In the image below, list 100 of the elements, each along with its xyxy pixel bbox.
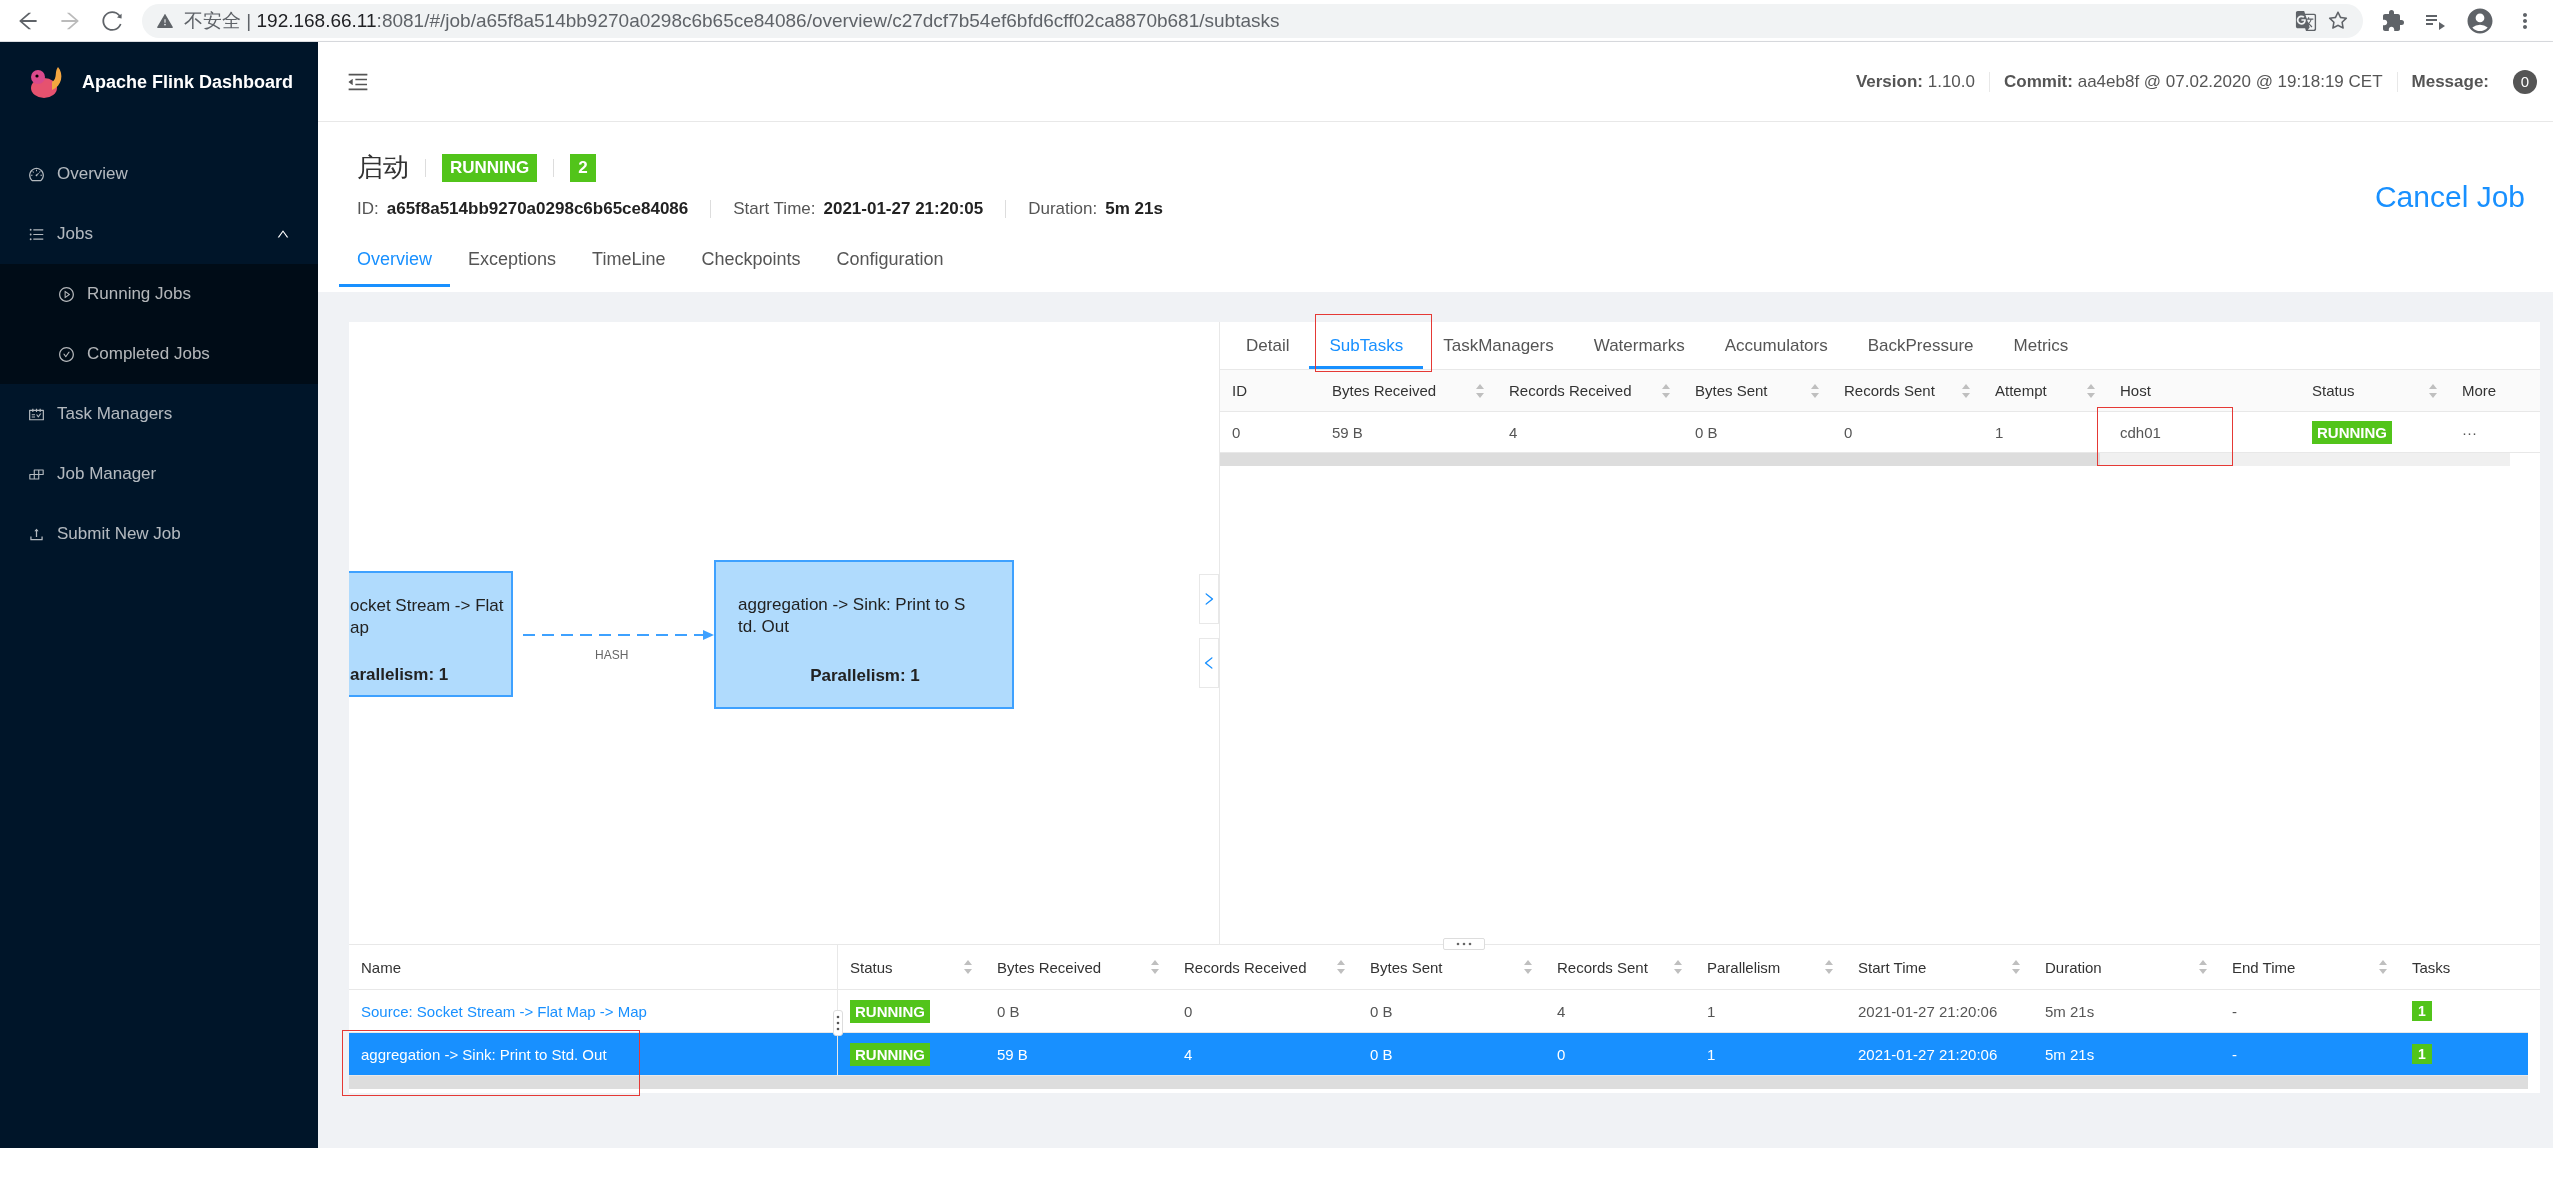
sidebar-item[interactable]: Jobs bbox=[0, 204, 318, 264]
sidebar-item[interactable]: Completed Jobs bbox=[0, 324, 318, 384]
column-header: Tasks bbox=[2411, 957, 2452, 978]
column-header[interactable]: Attempt bbox=[1983, 370, 2108, 411]
detail-tab[interactable]: TaskManagers bbox=[1423, 328, 1574, 369]
table-cell: 5m 21s bbox=[2045, 1002, 2095, 1020]
sort-icon[interactable] bbox=[1824, 959, 1834, 975]
sort-icon[interactable] bbox=[1961, 382, 1971, 399]
more-menu[interactable]: ··· bbox=[2462, 423, 2477, 441]
scrollbar[interactable] bbox=[1220, 453, 2510, 466]
column-header[interactable]: Status bbox=[838, 945, 985, 989]
table-cell: 0 B bbox=[1370, 1002, 1393, 1020]
sidebar-item[interactable]: Running Jobs bbox=[0, 264, 318, 324]
table-cell: aggregation -> Sink: Print to Std. Out bbox=[361, 1045, 607, 1063]
puzzle-icon[interactable] bbox=[2381, 8, 2405, 33]
column-header[interactable]: Start Time bbox=[1846, 945, 2033, 989]
column-header[interactable]: Bytes Received bbox=[1320, 370, 1497, 411]
column-header[interactable]: Bytes Sent bbox=[1358, 945, 1545, 989]
job-tab[interactable]: Checkpoints bbox=[683, 241, 819, 287]
table-cell: 2021-01-27 21:20:06 bbox=[1858, 1002, 1998, 1020]
app-title: Apache Flink Dashboard bbox=[82, 71, 294, 93]
version-text: Version: 1.10.0 bbox=[1854, 71, 1976, 92]
table-cell: - bbox=[2232, 1002, 2237, 1020]
url-text: 不安全 | 192.168.66.11:8081/#/job/a65f8a514bb9270a0298c6b65ce84086/overview/c27dcf7b54ef6bfd6cff02ca8870b681/subtasks bbox=[184, 8, 1280, 33]
table-cell: 0 bbox=[1232, 423, 1241, 441]
sort-icon[interactable] bbox=[2378, 959, 2388, 975]
table-cell: 59 B bbox=[1332, 423, 1363, 441]
operator-node[interactable]: aggregation -> Sink: Print to S td. Out Parallelism: 1 bbox=[714, 560, 1014, 709]
column-header[interactable]: Records Received bbox=[1497, 370, 1683, 411]
status-tag: RUNNING bbox=[442, 153, 538, 182]
sidebar-item[interactable]: Overview bbox=[0, 144, 318, 204]
sort-icon[interactable] bbox=[1810, 382, 1820, 399]
column-header[interactable]: Records Sent bbox=[1545, 945, 1695, 989]
table-cell: 0 B bbox=[1370, 1045, 1393, 1063]
vertex-row[interactable]: Source: Socket Stream -> Flat Map -> Map RUNNING 0 B 0 0 B 4 1 2021-01-27 21:20:06 5m 21s - 1 bbox=[349, 990, 2528, 1033]
sort-icon[interactable] bbox=[963, 959, 973, 975]
address-bar[interactable]: 不安全 | 192.168.66.11:8081/#/job/a65f8a514bb9270a0298c6b65ce84086/overview/c27dcf7b54ef6bfd6cff02ca8870b681/subtasks bbox=[142, 3, 2363, 38]
status-tag: RUNNING bbox=[2312, 420, 2392, 444]
task-count-tag: 1 bbox=[2412, 1001, 2432, 1021]
sidebar-item[interactable]: Submit New Job bbox=[0, 504, 318, 564]
status-tag: RUNNING bbox=[850, 1042, 930, 1066]
start-time: 2021-01-27 21:20:05 bbox=[823, 199, 984, 219]
detail-tab[interactable]: Watermarks bbox=[1573, 328, 1705, 369]
column-resize-handle[interactable] bbox=[833, 1010, 843, 1036]
message-count: 0 bbox=[2513, 69, 2537, 94]
sort-icon[interactable] bbox=[1673, 959, 1683, 975]
duration-label: Duration: bbox=[1028, 199, 1098, 219]
column-header[interactable]: End Time bbox=[2220, 945, 2400, 989]
column-header[interactable]: Records Received bbox=[1172, 945, 1358, 989]
resize-handle[interactable] bbox=[1443, 938, 1485, 950]
translate-icon[interactable] bbox=[2295, 9, 2317, 32]
sort-icon[interactable] bbox=[2428, 382, 2438, 399]
count-tag: 2 bbox=[570, 153, 596, 182]
detail-tab[interactable]: Metrics bbox=[1993, 328, 2089, 369]
column-header[interactable]: Parallelism bbox=[1695, 945, 1846, 989]
detail-tab[interactable]: Detail bbox=[1226, 328, 1310, 369]
star-icon[interactable] bbox=[2327, 9, 2349, 32]
sidebar-item[interactable]: Job Manager bbox=[0, 444, 318, 504]
operator-node[interactable]: ocket Stream -> Flat ap arallelism: 1 bbox=[349, 571, 513, 697]
job-tab[interactable]: TimeLine bbox=[574, 241, 684, 287]
commit-text: Commit: aa4eb8f @ 07.02.2020 @ 19:18:19 CET bbox=[1989, 71, 2397, 92]
detail-tab[interactable]: BackPressure bbox=[1847, 328, 1994, 369]
sort-icon[interactable] bbox=[1523, 959, 1533, 975]
message-label: Message: bbox=[2396, 71, 2513, 92]
column-header[interactable]: Duration bbox=[2033, 945, 2220, 989]
table-cell: 2021-01-27 21:20:06 bbox=[1858, 1045, 1998, 1063]
table-cell: cdh01 bbox=[2120, 423, 2161, 441]
status-tag: RUNNING bbox=[850, 999, 930, 1023]
sort-icon[interactable] bbox=[2086, 382, 2096, 399]
table-cell: 4 bbox=[1184, 1045, 1193, 1063]
table-cell: 0 bbox=[1184, 1002, 1193, 1020]
expand-button[interactable] bbox=[1199, 574, 1219, 624]
sort-icon[interactable] bbox=[1336, 959, 1346, 975]
job-tab[interactable]: Exceptions bbox=[450, 241, 575, 287]
sidebar-item[interactable]: Task Managers bbox=[0, 384, 318, 444]
table-cell: 0 bbox=[1557, 1045, 1566, 1063]
id-label: ID: bbox=[357, 199, 379, 219]
sort-icon[interactable] bbox=[2198, 959, 2208, 975]
column-header: More bbox=[2461, 381, 2498, 401]
table-cell: 1 bbox=[1707, 1045, 1716, 1063]
sort-icon[interactable] bbox=[2011, 959, 2021, 975]
column-header: Host bbox=[2119, 381, 2152, 401]
table-cell: 4 bbox=[1557, 1002, 1566, 1020]
edge-label: HASH bbox=[595, 648, 629, 662]
job-id: a65f8a514bb9270a0298c6b65ce84086 bbox=[386, 199, 689, 219]
table-cell: 1 bbox=[1707, 1002, 1716, 1020]
detail-tab[interactable]: Accumulators bbox=[1704, 328, 1848, 369]
scrollbar[interactable] bbox=[349, 1076, 2528, 1089]
sort-icon[interactable] bbox=[1150, 959, 1160, 975]
job-tab[interactable]: Configuration bbox=[818, 241, 962, 287]
collapse-button[interactable] bbox=[1199, 638, 1219, 688]
table-cell: 0 B bbox=[1695, 423, 1718, 441]
table-cell: 5m 21s bbox=[2045, 1045, 2095, 1063]
column-header[interactable]: Status bbox=[2300, 370, 2450, 411]
sort-icon[interactable] bbox=[1661, 382, 1671, 399]
column-header[interactable]: Records Sent bbox=[1832, 370, 1983, 411]
column-header[interactable]: Bytes Sent bbox=[1683, 370, 1832, 411]
column-header[interactable]: Bytes Received bbox=[985, 945, 1172, 989]
reload-icon[interactable] bbox=[100, 8, 124, 33]
sort-icon[interactable] bbox=[1475, 382, 1485, 399]
